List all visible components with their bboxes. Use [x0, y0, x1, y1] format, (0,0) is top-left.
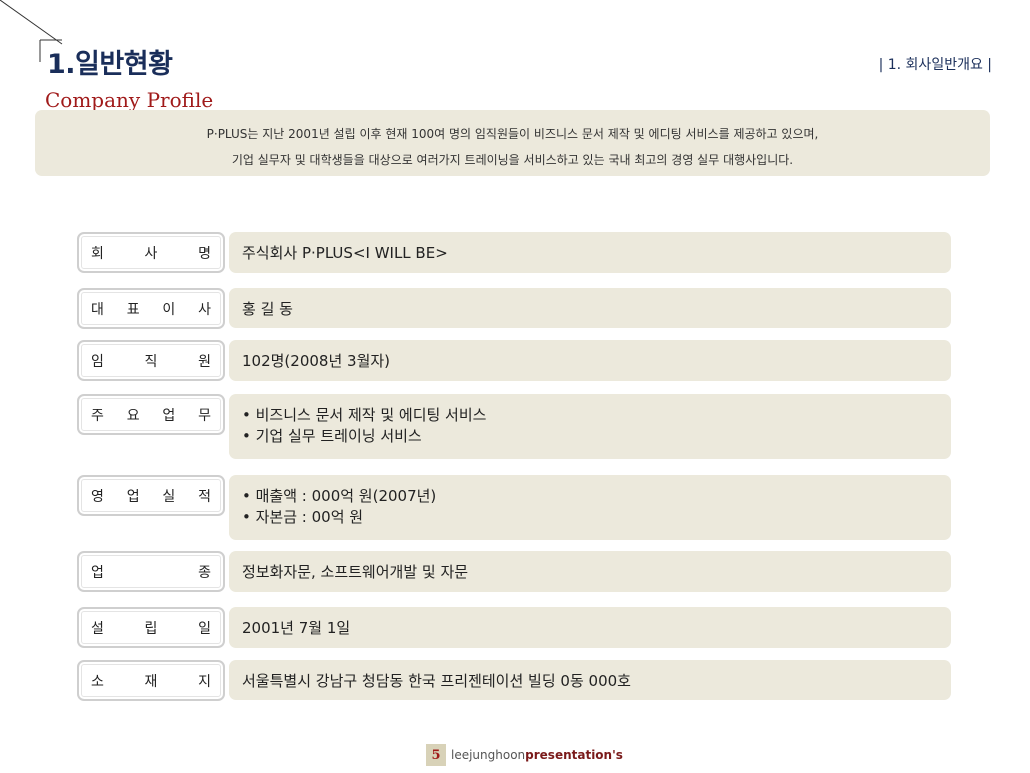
page-title: 1.일반현황: [47, 49, 173, 80]
row-value-line: 102명(2008년 3월자): [242, 352, 391, 370]
row-label-char: 일: [198, 620, 211, 637]
row-label-char: 회: [91, 245, 104, 262]
table-row: 소 재 지 서울특별시 강남구 청담동 한국 프리젠테이션 빌딩 0동 000호: [77, 660, 951, 701]
row-value: • 매출액 : 000억 원(2007년) • 자본금 : 00억 원: [229, 475, 951, 540]
row-label-char: 사: [198, 301, 211, 318]
row-label-char: 실: [162, 488, 176, 505]
row-label-char: 이: [162, 301, 176, 318]
row-label: 설립일: [77, 607, 225, 648]
intro-box: P·PLUS는 지난 2001년 설립 이후 현재 100여 명의 임직원들이 …: [35, 110, 990, 176]
row-label-char: 영: [91, 488, 104, 505]
row-value-line: 정보화자문, 소프트웨어개발 및 자문: [242, 563, 469, 581]
row-label-char: 표: [126, 301, 140, 318]
footer-brand-suffix: presentation's: [525, 748, 623, 762]
row-label: 소재지: [77, 660, 225, 701]
row-label-char: 지: [198, 673, 211, 690]
row-label-char: 업: [91, 564, 104, 581]
row-value: 정보화자문, 소프트웨어개발 및 자문: [229, 551, 951, 592]
intro-line: P·PLUS는 지난 2001년 설립 이후 현재 100여 명의 임직원들이 …: [206, 127, 819, 141]
row-label-char: 적: [198, 488, 211, 505]
row-label-char: 립: [144, 620, 158, 637]
row-value-line: • 비즈니스 문서 제작 및 에디팅 서비스: [242, 406, 487, 424]
table-row: 설 립 일 2001년 7월 1일: [77, 607, 951, 648]
row-label-char: 직: [144, 353, 158, 370]
section-label: | 1. 회사일반개요 |: [878, 57, 992, 73]
row-value-line: • 기업 실무 트레이닝 서비스: [242, 427, 422, 445]
row-label-char: 업: [162, 407, 176, 424]
row-label-char: 원: [198, 353, 211, 370]
table-row: 주 요 업 무 • 비즈니스 문서 제작 및 에디팅 서비스 • 기업 실무 트레이닝 서…: [77, 394, 951, 459]
row-label: 회사명: [77, 232, 225, 273]
row-value-line: 주식회사 P·PLUS<I WILL BE>: [242, 244, 448, 262]
row-label-char: 소: [91, 673, 104, 690]
row-label-char: 무: [198, 407, 211, 424]
row-value: 102명(2008년 3월자): [229, 340, 951, 381]
table-row: 대표이사홍 길 동: [77, 288, 951, 329]
row-value-line: • 매출액 : 000억 원(2007년): [242, 487, 437, 505]
row-label-char: 요: [126, 407, 140, 424]
row-label-char: 주: [91, 407, 104, 424]
row-value-line: 2001년 7월 1일: [242, 619, 351, 637]
row-label: 대표이사: [77, 288, 225, 329]
row-label: 영업실적: [77, 475, 225, 516]
row-value: 홍 길 동: [229, 288, 951, 328]
row-value: • 비즈니스 문서 제작 및 에디팅 서비스 • 기업 실무 트레이닝 서비스: [229, 394, 951, 459]
row-label-char: 설: [91, 620, 104, 637]
row-label: 임직원: [77, 340, 225, 381]
table-row: 임 직 원 102명(2008년 3월자): [77, 340, 951, 381]
footer: 5 leejunghoon presentation's: [426, 744, 623, 766]
row-label-char: 임: [91, 353, 104, 370]
table-row: 업 종 정보화자문, 소프트웨어개발 및 자문: [77, 551, 951, 592]
row-label-char: 명: [198, 245, 211, 262]
row-label-char: 종: [198, 564, 211, 581]
row-value-line: • 자본금 : 00억 원: [242, 508, 364, 526]
row-value: 2001년 7월 1일: [229, 607, 951, 648]
intro-line: 기업 실무자 및 대학생들을 대상으로 여러가지 트레이닝을 서비스하고 있는 …: [231, 153, 794, 167]
page-subtitle: Company Profile: [45, 88, 214, 112]
row-label-char: 업: [126, 488, 140, 505]
row-value-line: 서울특별시 강남구 청담동 한국 프리젠테이션 빌딩 0동 000호: [242, 671, 631, 690]
row-label: 업종: [77, 551, 225, 592]
page-number: 5: [426, 744, 446, 766]
row-label: 주요업무: [77, 394, 225, 435]
row-value: 서울특별시 강남구 청담동 한국 프리젠테이션 빌딩 0동 000호: [229, 660, 951, 700]
row-value: 주식회사 P·PLUS<I WILL BE>: [229, 232, 951, 273]
table-row: 회 사 명 주식회사 P·PLUS<I WILL BE>: [77, 232, 951, 273]
footer-brand-name: leejunghoon: [451, 748, 526, 762]
row-label-char: 대: [91, 301, 104, 318]
row-label-char: 사: [144, 245, 158, 262]
row-value-line: 홍 길 동: [242, 299, 293, 318]
table-row: 영 업 실 적 • 매출액 : 000억 원(2007년) • 자본금 : 00억 원: [77, 475, 951, 540]
row-label-char: 재: [144, 673, 158, 690]
